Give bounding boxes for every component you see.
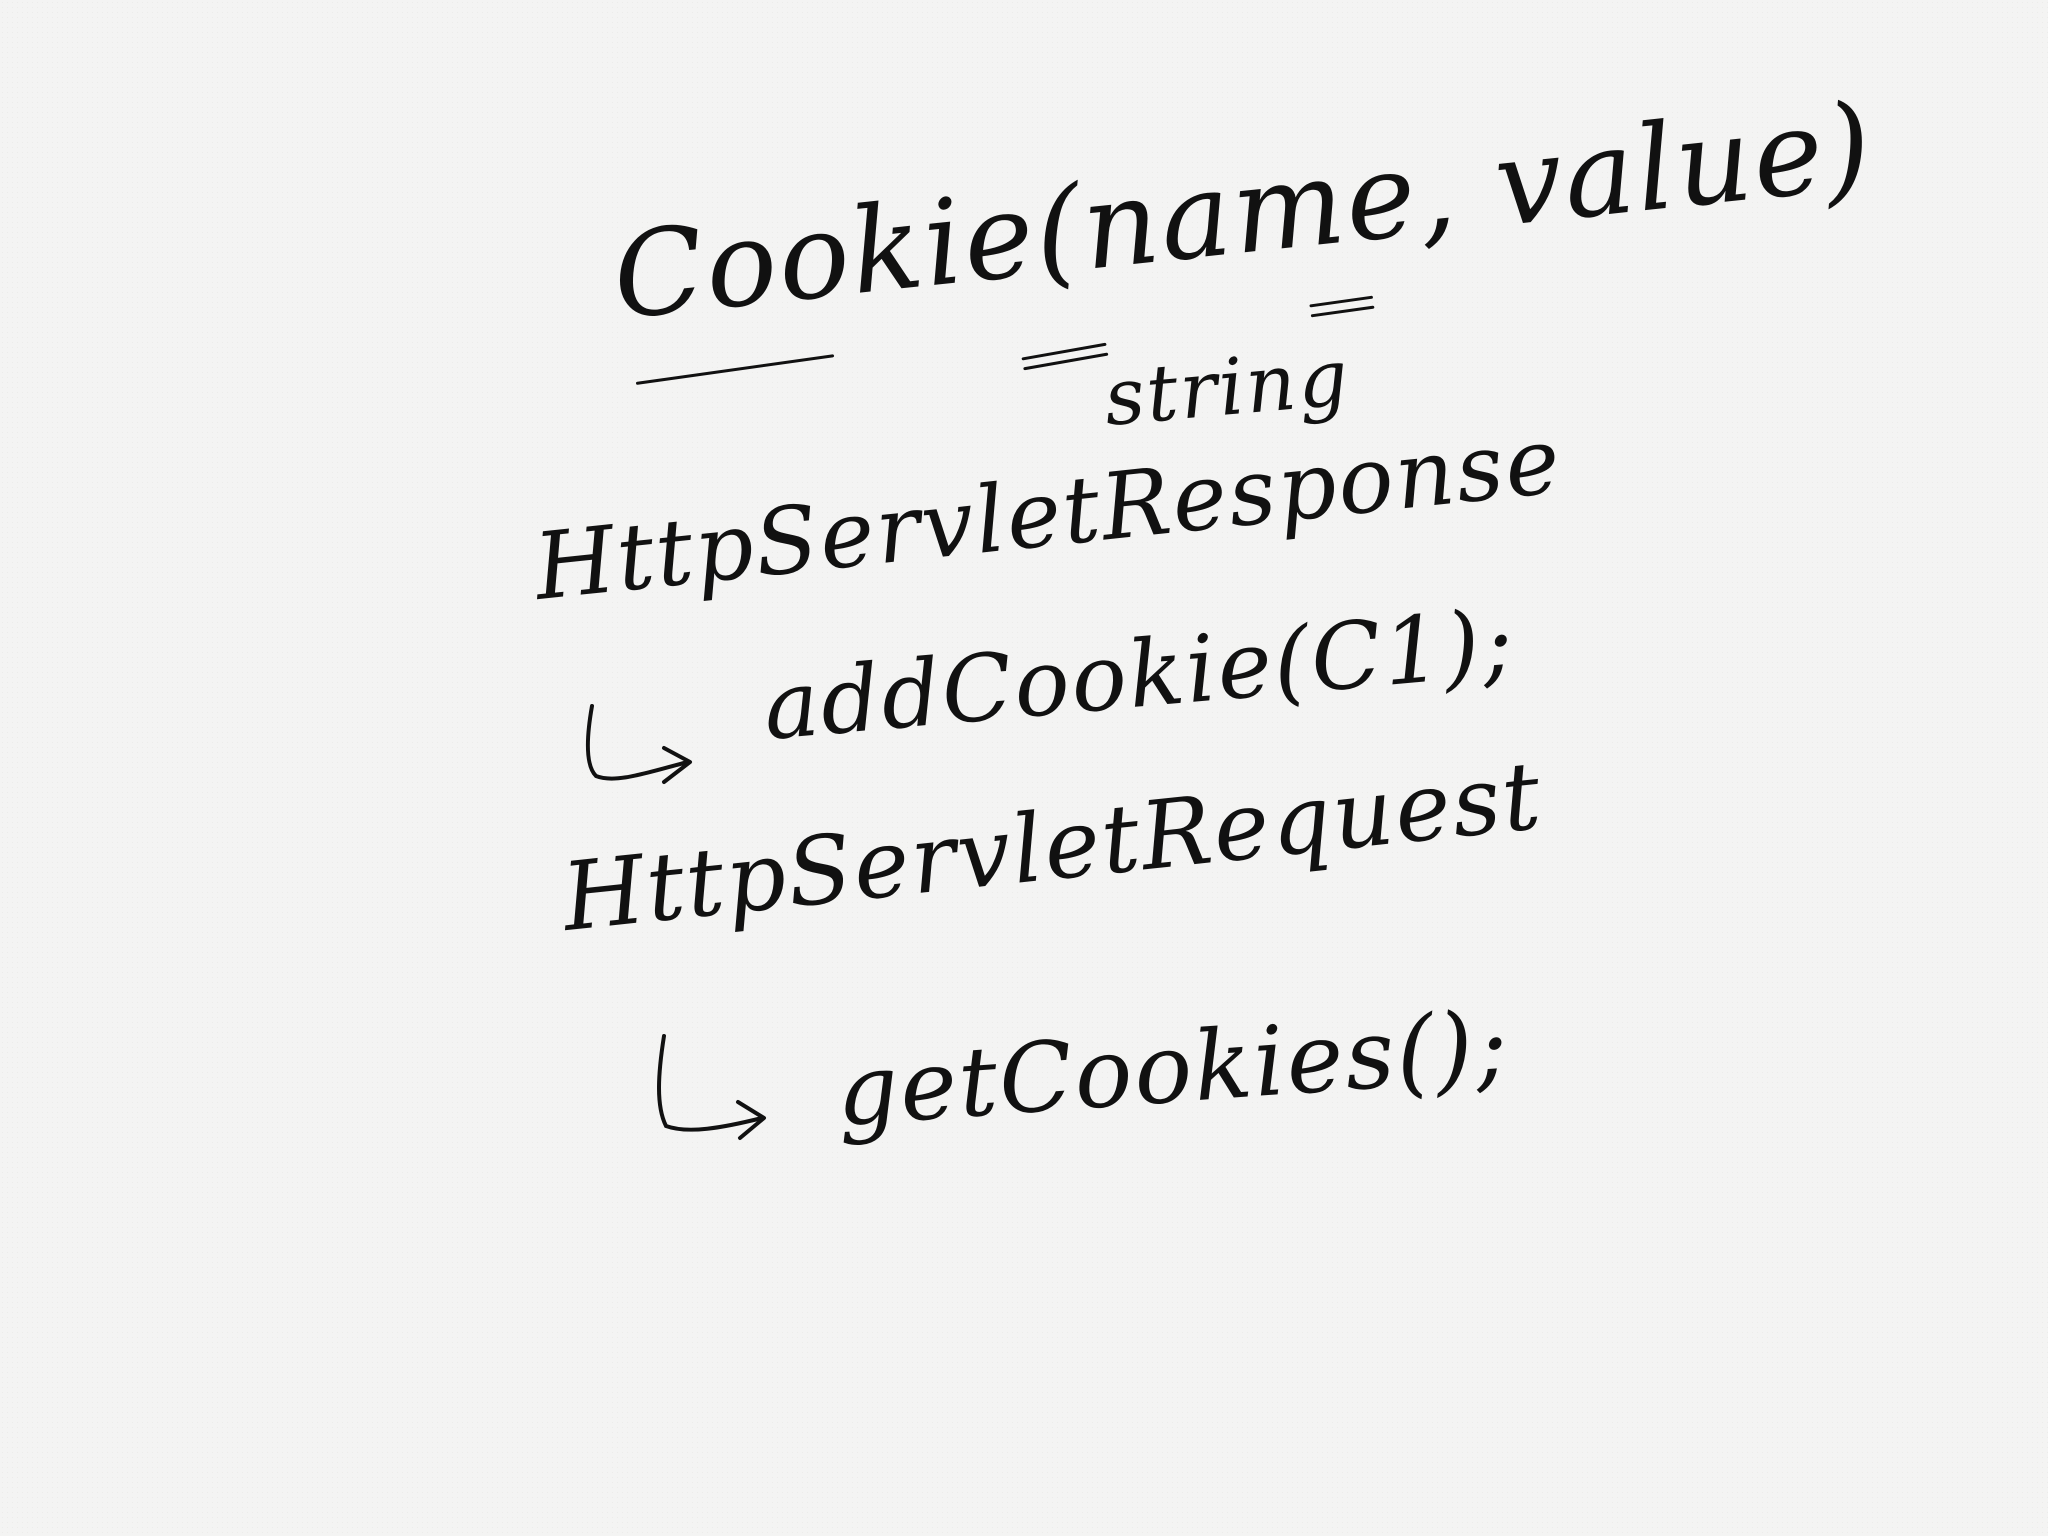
response-class-text: HttpServletResponse	[529, 406, 1567, 621]
hooked-right-arrow-icon	[585, 704, 692, 784]
cookie-underline	[635, 354, 835, 385]
hooked-right-arrow-icon	[657, 1034, 766, 1140]
value-equals-mark	[1309, 296, 1374, 319]
string-annotation-text: string	[1100, 332, 1354, 444]
handwritten-page: Cookie(name, value) string HttpServletRe…	[0, 0, 2048, 1536]
name-equals-mark	[1021, 343, 1108, 372]
add-cookie-call-text: addCookie(C1);	[759, 588, 1519, 761]
cookie-constructor-text: Cookie(name, value)	[606, 76, 1880, 346]
get-cookies-call-text: getCookies();	[832, 989, 1514, 1148]
